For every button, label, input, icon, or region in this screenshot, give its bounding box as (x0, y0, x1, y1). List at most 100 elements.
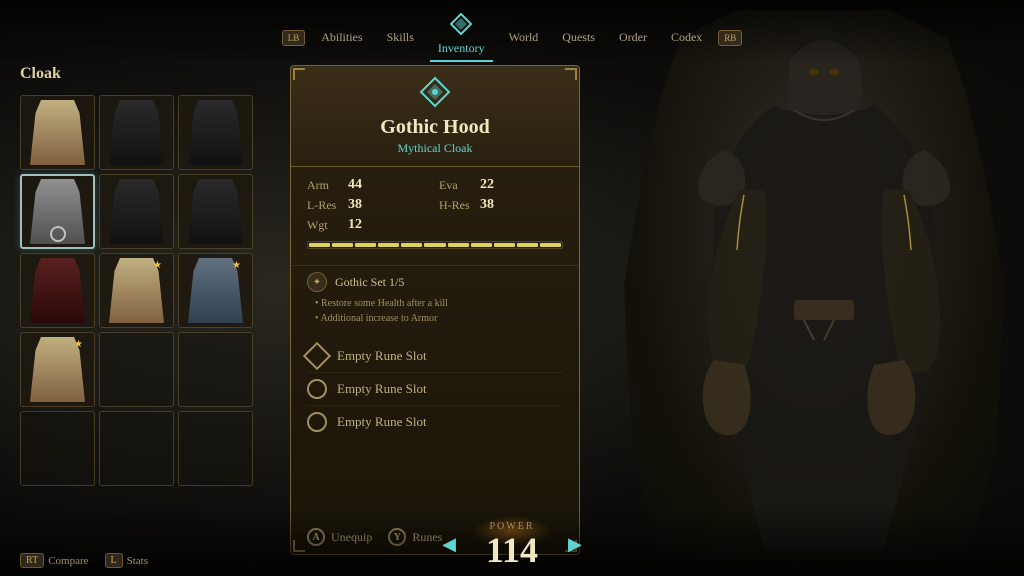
power-section: POWER 114 (486, 521, 538, 568)
item-thumb-4 (30, 179, 85, 244)
rune-slot-1[interactable]: Empty Rune Slot (307, 340, 563, 373)
inventory-icon (450, 13, 472, 35)
item-name: Gothic Hood (291, 116, 579, 139)
stat-eva-label: Eva (439, 178, 474, 193)
nav-quests[interactable]: Quests (554, 26, 603, 49)
qs-6 (424, 243, 445, 247)
nav-abilities[interactable]: Abilities (313, 26, 370, 49)
hood-5 (109, 179, 164, 244)
stat-wgt-value: 12 (348, 217, 362, 233)
bottom-buttons: RT Compare L Stats (20, 553, 148, 568)
stat-wgt: Wgt 12 (307, 217, 431, 233)
set-bonus-header: ✦ Gothic Set 1/5 (307, 272, 563, 292)
set-bonus-2: Additional increase to Armor (307, 311, 563, 326)
item-thumb-10: ★ (30, 337, 85, 402)
item-thumb-9: ★ (188, 258, 243, 323)
compare-btn[interactable]: RT Compare (20, 553, 89, 568)
qs-2 (332, 243, 353, 247)
qs-1 (309, 243, 330, 247)
power-right-arrow[interactable]: ▶ (568, 534, 582, 555)
equipped-icon (50, 226, 66, 242)
item-slot-9[interactable]: ★ (178, 253, 253, 328)
stat-arm-label: Arm (307, 178, 342, 193)
stats-grid: Arm 44 Eva 22 L-Res 38 H-Res 38 Wgt 12 (307, 177, 563, 233)
rb-button[interactable]: RB (718, 30, 742, 46)
item-detail-panel: Gothic Hood Mythical Cloak Arm 44 Eva 22… (290, 65, 580, 555)
item-slot-3[interactable] (178, 95, 253, 170)
stat-hres: H-Res 38 (439, 197, 563, 213)
set-name: Gothic Set 1/5 (335, 275, 404, 290)
item-thumb-3 (188, 100, 243, 165)
compare-label: Compare (48, 555, 88, 567)
set-bonus-1: Restore some Health after a kill (307, 296, 563, 311)
corner-tr (565, 68, 577, 80)
item-slot-13[interactable] (20, 411, 95, 486)
stat-hres-label: H-Res (439, 198, 474, 213)
corner-tl (293, 68, 305, 80)
item-slot-2[interactable] (99, 95, 174, 170)
item-slot-6[interactable] (178, 174, 253, 249)
stat-arm-value: 44 (348, 177, 362, 193)
qs-9 (494, 243, 515, 247)
item-thumb-6 (188, 179, 243, 244)
item-grid: ★ ★ ★ (20, 95, 280, 486)
stat-lres-value: 38 (348, 197, 362, 213)
set-icon: ✦ (307, 272, 327, 292)
item-slot-10[interactable]: ★ (20, 332, 95, 407)
rune-slot-icon-diamond (303, 342, 331, 370)
star-9: ★ (232, 260, 241, 271)
stat-eva: Eva 22 (439, 177, 563, 193)
bottom-bar: ◀ POWER 114 ▶ (0, 506, 1024, 576)
qs-7 (448, 243, 469, 247)
item-thumb-7 (30, 258, 85, 323)
rune-slot-text-1: Empty Rune Slot (337, 348, 427, 364)
nav-world[interactable]: World (501, 26, 547, 49)
item-slot-1[interactable] (20, 95, 95, 170)
hood-3 (188, 100, 243, 165)
item-type-icon-container (291, 76, 579, 108)
item-slot-5[interactable] (99, 174, 174, 249)
stat-hres-value: 38 (480, 197, 494, 213)
nav-inventory[interactable]: Inventory (430, 37, 493, 62)
nav-skills[interactable]: Skills (379, 26, 422, 49)
rune-slot-text-2: Empty Rune Slot (337, 381, 427, 397)
lb-button[interactable]: LB (282, 30, 306, 46)
qs-8 (471, 243, 492, 247)
power-value: 114 (486, 532, 538, 568)
rune-slot-icon-circle-2 (307, 412, 327, 432)
stats-label: Stats (127, 555, 148, 567)
hood-6 (188, 179, 243, 244)
panel-title: Cloak (20, 65, 280, 83)
item-slot-7[interactable] (20, 253, 95, 328)
nav-codex[interactable]: Codex (663, 26, 710, 49)
stat-wgt-label: Wgt (307, 218, 342, 233)
cloak-icon (419, 76, 451, 108)
power-nav: ◀ POWER 114 ▶ (442, 521, 582, 568)
qs-5 (401, 243, 422, 247)
cloak-inventory-panel: Cloak (20, 65, 280, 525)
item-slot-8[interactable]: ★ (99, 253, 174, 328)
qs-11 (540, 243, 561, 247)
character-svg (664, 20, 984, 550)
item-thumb-1 (30, 100, 85, 165)
item-type: Mythical Cloak (291, 141, 579, 156)
item-slot-14[interactable] (99, 411, 174, 486)
item-slot-11[interactable] (99, 332, 174, 407)
item-slot-4[interactable] (20, 174, 95, 249)
stats-btn[interactable]: L Stats (105, 553, 149, 568)
rune-slot-icon-circle-1 (307, 379, 327, 399)
qs-3 (355, 243, 376, 247)
rt-trigger: RT (20, 553, 44, 568)
item-slot-15[interactable] (178, 411, 253, 486)
quality-bar (307, 241, 563, 249)
rune-slot-text-3: Empty Rune Slot (337, 414, 427, 430)
rune-slot-3[interactable]: Empty Rune Slot (307, 406, 563, 438)
stat-arm: Arm 44 (307, 177, 431, 193)
nav-order[interactable]: Order (611, 26, 655, 49)
hood-2 (109, 100, 164, 165)
item-thumb-2 (109, 100, 164, 165)
rune-slot-2[interactable]: Empty Rune Slot (307, 373, 563, 406)
power-left-arrow[interactable]: ◀ (442, 534, 456, 555)
item-slot-12[interactable] (178, 332, 253, 407)
qs-10 (517, 243, 538, 247)
